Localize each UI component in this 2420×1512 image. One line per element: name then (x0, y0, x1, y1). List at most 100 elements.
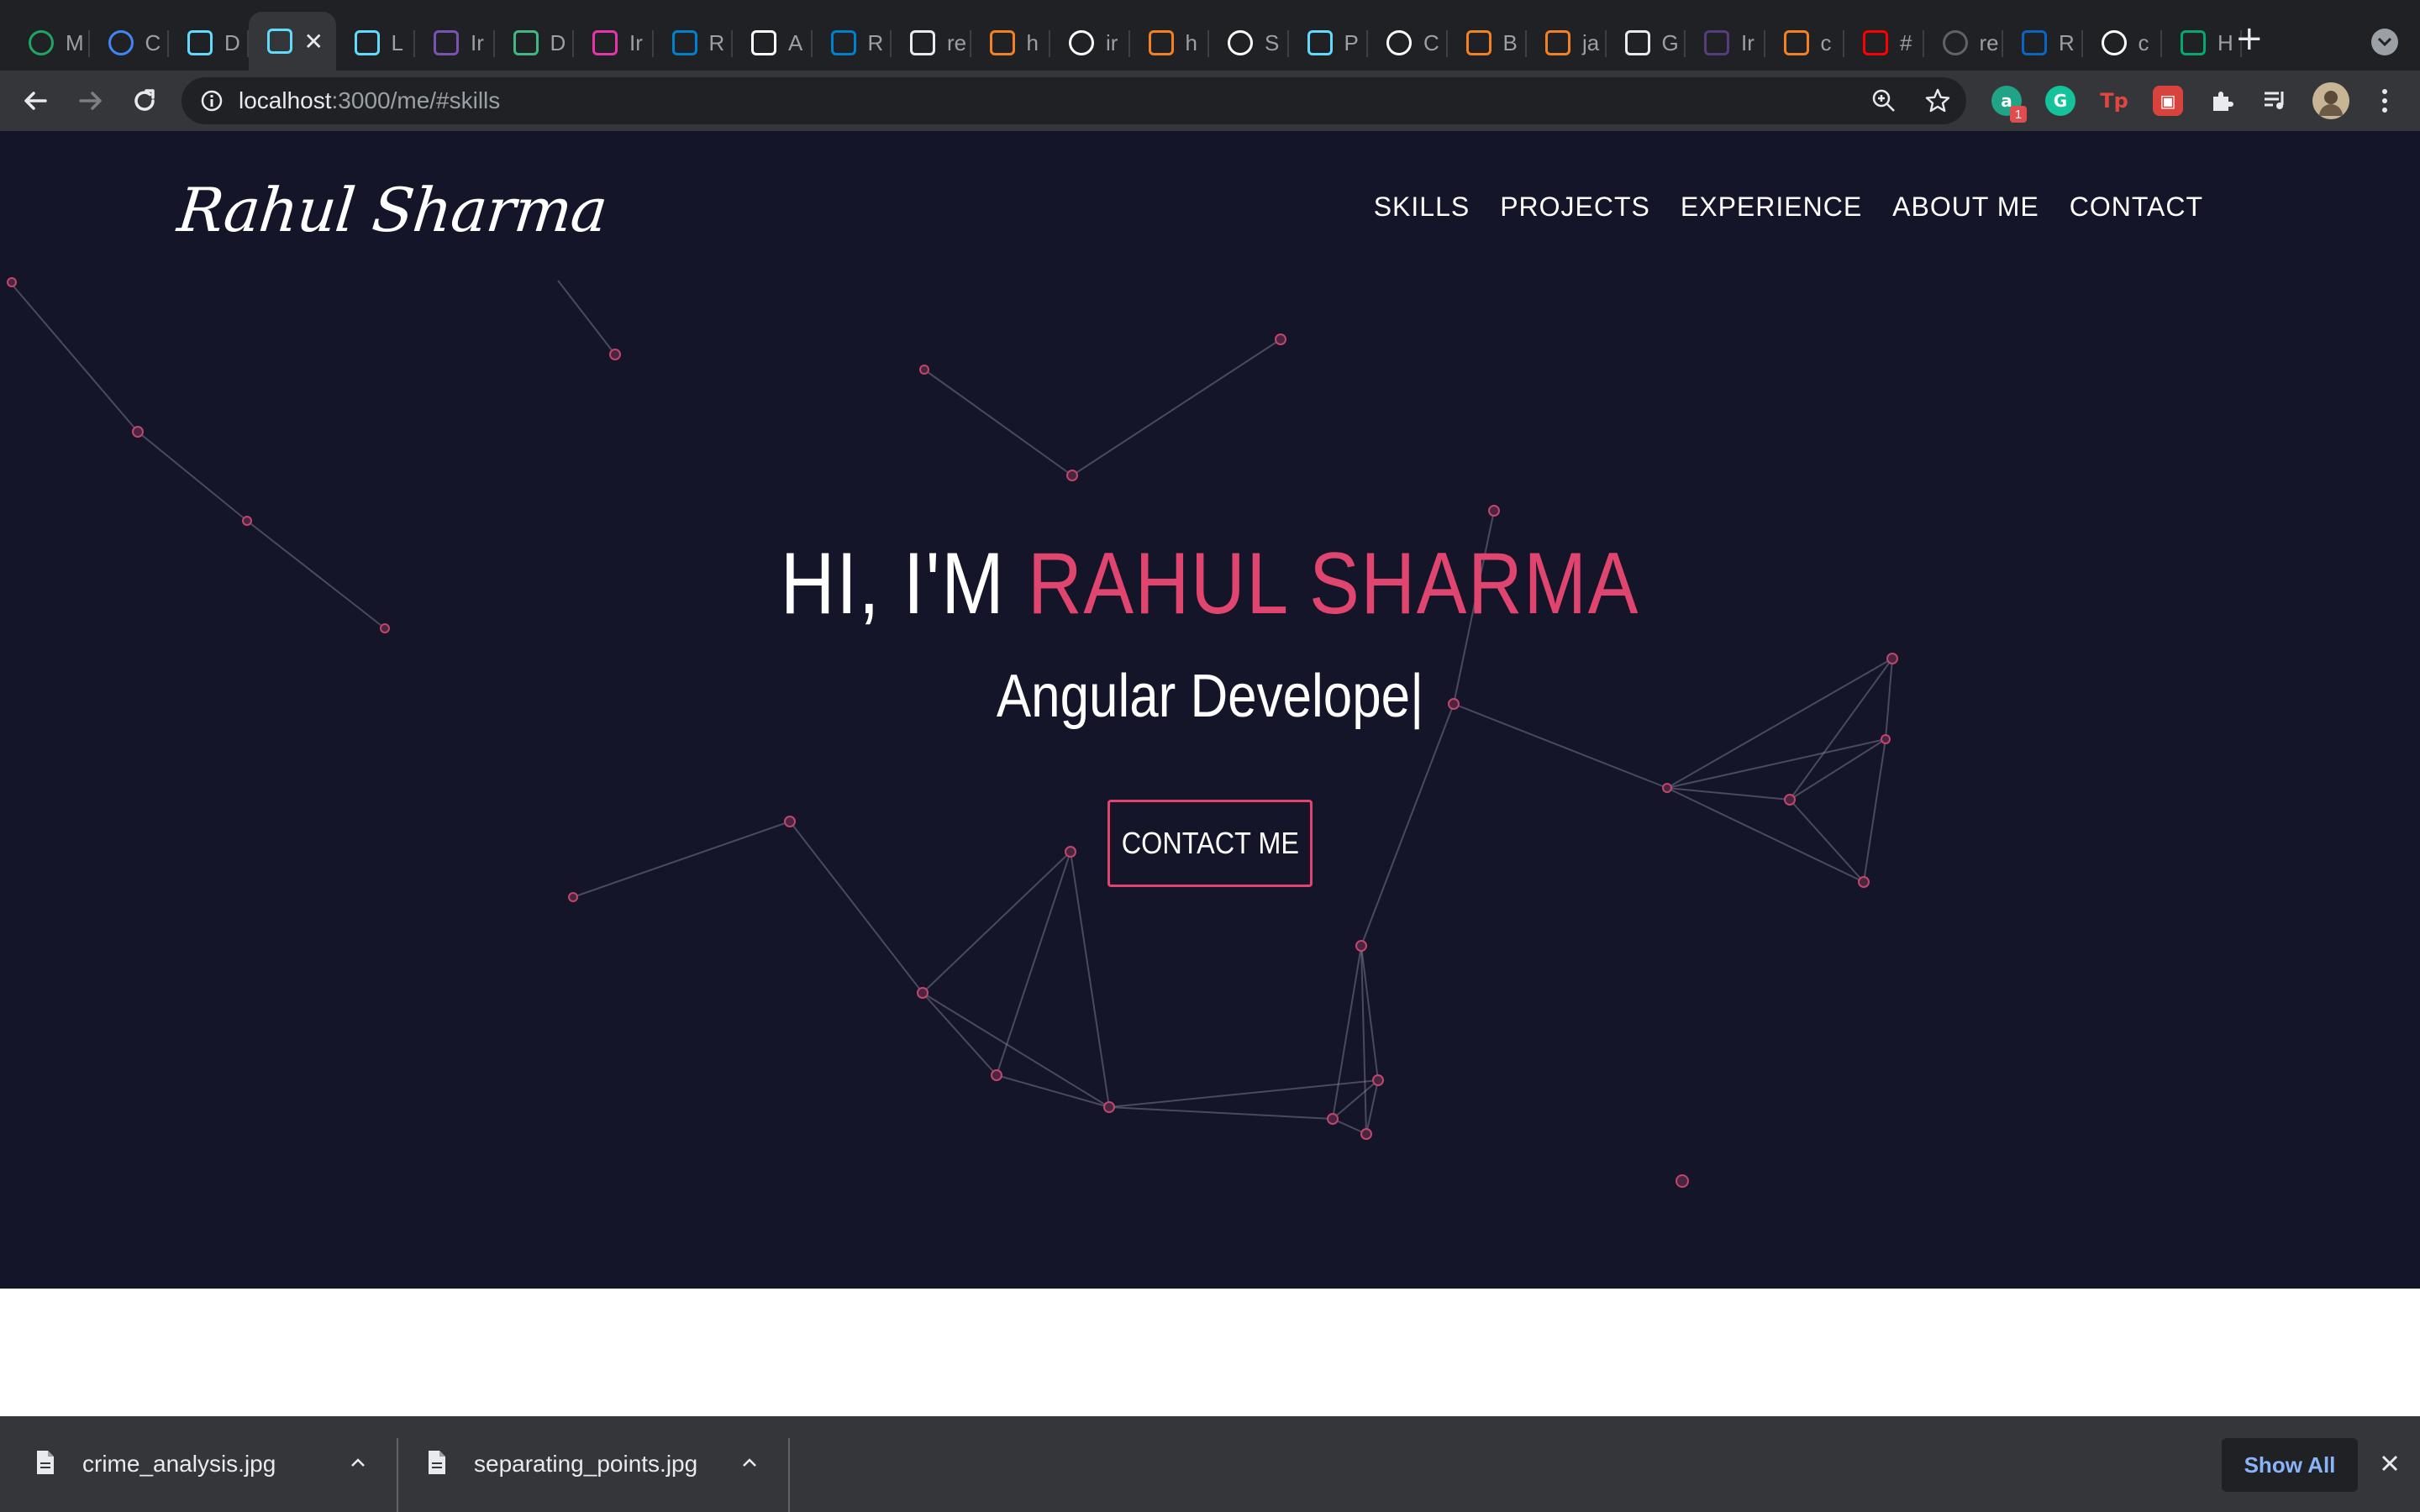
browser-tab[interactable]: H (2162, 15, 2242, 71)
browser-toolbar: localhost:3000/me/#skills a 1 G Tp ▣ (0, 71, 2420, 131)
tab-title: R (2059, 29, 2075, 55)
new-tab-button[interactable]: + (2235, 22, 2264, 55)
github-icon (1386, 30, 1412, 55)
browser-tab[interactable]: c (2083, 15, 2162, 71)
tab-title: B (1502, 29, 1518, 55)
next-section (0, 1289, 2420, 1416)
contact-me-button[interactable]: CONTACT ME (1107, 800, 1313, 887)
stackoverflow-icon (1783, 30, 1809, 55)
browser-tab[interactable]: h (1130, 15, 1209, 71)
stackoverflow-icon (989, 30, 1015, 55)
main-nav: SKILLS PROJECTS EXPERIENCE ABOUT ME CONT… (1374, 192, 2203, 223)
nav-about-me[interactable]: ABOUT ME (1892, 192, 2039, 223)
browser-tab[interactable]: P (1289, 15, 1368, 71)
back-button[interactable] (17, 82, 54, 119)
tab-title: R (708, 29, 725, 55)
nav-contact[interactable]: CONTACT (2070, 192, 2203, 223)
amazon-icon (751, 30, 776, 55)
browser-tab[interactable]: R (654, 15, 733, 71)
browser-tab[interactable]: c (1765, 15, 1844, 71)
browser-tab[interactable]: C (1368, 15, 1448, 71)
tab-title: C (1423, 29, 1439, 55)
tab-title: A (788, 29, 803, 55)
browser-tab[interactable]: # (1844, 15, 1924, 71)
browser-tab[interactable]: L (336, 15, 415, 71)
download-separator (397, 1438, 398, 1512)
browser-tab[interactable]: re (1924, 15, 2003, 71)
tab-title: ir (1106, 29, 1118, 55)
browser-tab[interactable]: Ir (1686, 15, 1765, 71)
browser-tab[interactable]: h (971, 15, 1050, 71)
bookmark-star-icon[interactable] (1924, 87, 1951, 114)
tab-title: H (2217, 29, 2233, 55)
material-ui-icon (830, 30, 856, 55)
tab-title: re (1979, 29, 1999, 55)
bootstrap-icon (434, 30, 459, 55)
tab-title: M (66, 29, 84, 55)
nav-skills[interactable]: SKILLS (1374, 192, 1470, 223)
browser-tab[interactable]: S (1209, 15, 1289, 71)
tab-active[interactable]: ✕ (248, 12, 336, 71)
browser-tab[interactable]: R (813, 15, 892, 71)
browser-tab[interactable]: C (90, 15, 169, 71)
graphql-icon (592, 30, 618, 55)
download-filename: separating_points.jpg (474, 1451, 698, 1477)
close-icon[interactable] (2376, 1450, 2403, 1477)
nav-experience[interactable]: EXPERIENCE (1681, 192, 1862, 223)
forward-button[interactable] (72, 82, 109, 119)
forward-arrow-icon (79, 92, 102, 110)
url-text: localhost:3000/me/#skills (239, 87, 500, 114)
browser-tab[interactable]: M (10, 15, 90, 71)
tab-title: c (1820, 29, 1832, 55)
react-icon (266, 29, 292, 54)
tp-extension-icon[interactable]: Tp (2099, 86, 2129, 116)
browser-tab[interactable]: B (1448, 15, 1527, 71)
zoom-icon[interactable] (1870, 87, 1897, 114)
typed-role-text: Angular Develope| (996, 663, 1424, 730)
tab-title: R (867, 29, 884, 55)
google-docs-icon (108, 30, 134, 55)
download-shelf: crime_analysis.jpg separating_points.jpg… (0, 1416, 2420, 1512)
browser-tab[interactable]: G (1607, 15, 1686, 71)
tab-title: L (391, 29, 403, 55)
media-control-icon[interactable] (2260, 86, 2291, 116)
codesandbox-icon (910, 30, 935, 55)
chevron-up-icon[interactable] (348, 1453, 368, 1473)
nav-projects[interactable]: PROJECTS (1500, 192, 1650, 223)
browser-tab[interactable]: Ir (574, 15, 654, 71)
address-bar[interactable]: localhost:3000/me/#skills (182, 77, 1966, 124)
extensions-puzzle-icon[interactable] (2207, 86, 2237, 116)
reload-button[interactable] (126, 82, 163, 119)
tab-title: h (1185, 29, 1197, 55)
grammarly-g-extension-icon[interactable]: G (2045, 86, 2075, 116)
tab-title: Ir (471, 29, 484, 55)
react-icon (1307, 30, 1333, 55)
chevron-up-icon[interactable] (739, 1453, 760, 1473)
profile-avatar[interactable] (2312, 82, 2349, 119)
tab-title: D (224, 29, 240, 55)
browser-tab[interactable]: Ir (415, 15, 495, 71)
show-all-downloads-button[interactable]: Show All (2222, 1438, 2358, 1492)
bootstrap-icon (1704, 30, 1729, 55)
tab-search-icon[interactable] (2371, 29, 2398, 55)
chrome-menu-icon[interactable] (2370, 86, 2400, 116)
browser-tab[interactable]: ir (1050, 15, 1130, 71)
tab-title: S (1265, 29, 1280, 55)
browser-tab[interactable]: ja (1527, 15, 1607, 71)
browser-tab[interactable]: D (495, 15, 574, 71)
browser-tab[interactable]: re (892, 15, 971, 71)
url-host: localhost (239, 87, 332, 113)
browser-tab[interactable]: A (733, 15, 813, 71)
browser-tab[interactable]: R (2003, 15, 2083, 71)
browser-tab[interactable]: D (169, 15, 249, 71)
red-extension-icon[interactable]: ▣ (2153, 86, 2183, 116)
back-arrow-icon (24, 92, 47, 110)
tab-title: D (550, 29, 566, 55)
site-logo[interactable]: Rahul Sharma (175, 175, 611, 245)
stackoverflow-icon (1545, 30, 1570, 55)
tab-title: h (1026, 29, 1039, 55)
site-info-icon[interactable] (198, 87, 225, 114)
close-tab-icon[interactable]: ✕ (304, 28, 324, 55)
tab-title: P (1344, 29, 1359, 55)
stackoverflow-icon (1465, 30, 1491, 55)
